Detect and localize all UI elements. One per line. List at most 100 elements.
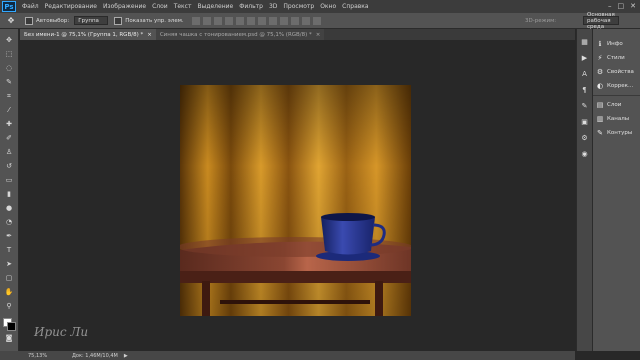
menu-help[interactable]: Справка <box>342 3 368 10</box>
distribute-right-icon[interactable] <box>312 16 321 25</box>
quick-mask-icon[interactable]: ◙ <box>4 333 14 343</box>
clone-stamp-tool-icon[interactable]: ♙ <box>4 147 14 157</box>
panel-adjustments-label: Коррек... <box>607 83 634 89</box>
move-tool-icon[interactable]: ✥ <box>4 35 14 45</box>
styles-icon: ⚡ <box>597 54 603 62</box>
tool-presets-icon[interactable]: ⚙ <box>580 133 589 142</box>
distribute-vcenter-icon[interactable] <box>268 16 277 25</box>
align-vcenter-icon[interactable] <box>202 16 211 25</box>
healing-brush-tool-icon[interactable]: ✚ <box>4 119 14 129</box>
hand-tool-icon[interactable]: ✋ <box>4 287 14 297</box>
right-panels: ℹ Инфо ⚡ Стили ⚙ Свойства ◐ Коррек... ▤ … <box>592 29 640 351</box>
lasso-tool-icon[interactable]: ◌ <box>4 63 14 73</box>
type-tool-icon[interactable]: T <box>4 245 14 255</box>
menu-3d[interactable]: 3D <box>269 3 277 10</box>
workspace-dropdown[interactable]: Основная рабочая среда <box>583 12 619 30</box>
tab-document-2[interactable]: Синяя чашка с тонированием.psd @ 75,1% (… <box>155 29 325 40</box>
quick-select-tool-icon[interactable]: ✎ <box>4 77 14 87</box>
close-icon[interactable]: × <box>147 32 152 38</box>
status-bar: 75,13% Док: 1,46M/10,4M ▶ <box>20 351 575 360</box>
menu-view[interactable]: Просмотр <box>283 3 314 10</box>
history-panel-icon[interactable]: ▦ <box>580 37 589 46</box>
paragraph-panel-icon[interactable]: ¶ <box>580 85 589 94</box>
panel-channels-label: Каналы <box>607 116 630 122</box>
menu-select[interactable]: Выделение <box>197 3 233 10</box>
adjustments-icon: ◐ <box>596 82 604 90</box>
marquee-tool-icon[interactable]: ⬚ <box>4 49 14 59</box>
autoselect-label: Автовыбор: <box>36 17 70 24</box>
panel-paths-label: Контуры <box>607 130 633 136</box>
zoom-tool-icon[interactable]: ⚲ <box>4 301 14 311</box>
document-canvas[interactable] <box>180 85 411 316</box>
distribute-bottom-icon[interactable] <box>279 16 288 25</box>
gradient-tool-icon[interactable]: ▮ <box>4 189 14 199</box>
maximize-button[interactable]: □ <box>618 2 625 10</box>
eraser-tool-icon[interactable]: ▭ <box>4 175 14 185</box>
menu-filter[interactable]: Фильтр <box>239 3 263 10</box>
menu-file[interactable]: Файл <box>22 3 39 10</box>
document-size: Док: 1,46M/10,4M <box>72 352 118 359</box>
align-hcenter-icon[interactable] <box>235 16 244 25</box>
close-window-button[interactable]: ✕ <box>630 2 636 10</box>
minimize-button[interactable]: – <box>608 2 612 10</box>
crop-tool-icon[interactable]: ⌗ <box>4 91 14 101</box>
menu-layers[interactable]: Слои <box>152 3 168 10</box>
history-brush-tool-icon[interactable]: ↺ <box>4 161 14 171</box>
move-tool-preset-icon[interactable]: ✥ <box>3 15 19 27</box>
brush-presets-icon[interactable]: ✎ <box>580 101 589 110</box>
tab-document-1-label: Без имени-1 @ 75,1% (Группа 1, RGB/8) * <box>24 31 144 38</box>
options-bar: ✥ Автовыбор: Группа Показать упр. элем. … <box>0 12 640 30</box>
panel-info[interactable]: ℹ Инфо <box>593 37 640 51</box>
show-transform-label: Показать упр. элем. <box>125 17 184 24</box>
path-selection-tool-icon[interactable]: ➤ <box>4 259 14 269</box>
brush-tool-icon[interactable]: ✐ <box>4 133 14 143</box>
canvas-area[interactable] <box>20 40 575 351</box>
dodge-tool-icon[interactable]: ◔ <box>4 217 14 227</box>
panel-paths[interactable]: ✎ Контуры <box>593 126 640 140</box>
collapsed-panel-dock: ▦ ▶ A ¶ ✎ ▣ ⚙ ◉ <box>576 29 592 351</box>
align-top-icon[interactable] <box>191 16 200 25</box>
info-icon: ℹ <box>598 40 602 48</box>
paths-icon: ✎ <box>597 129 603 137</box>
panel-divider <box>593 95 640 96</box>
actions-panel-icon[interactable]: ▶ <box>580 53 589 62</box>
zoom-level[interactable]: 75,13% <box>28 353 58 359</box>
menu-type[interactable]: Текст <box>174 3 192 10</box>
distribute-hcenter-icon[interactable] <box>301 16 310 25</box>
panel-group-2: ▤ Слои ▥ Каналы ✎ Контуры <box>593 93 640 140</box>
3d-mode-label: 3D-режим: <box>525 17 557 24</box>
align-right-icon[interactable] <box>246 16 255 25</box>
tab-document-1[interactable]: Без имени-1 @ 75,1% (Группа 1, RGB/8) * … <box>20 29 156 40</box>
properties-icon: ⚙ <box>596 68 604 76</box>
eyedropper-tool-icon[interactable]: ⁄ <box>4 105 14 115</box>
clone-source-icon[interactable]: ▣ <box>580 117 589 126</box>
toolbar-footer <box>0 351 20 360</box>
panel-adjustments[interactable]: ◐ Коррек... <box>593 79 640 93</box>
align-left-icon[interactable] <box>224 16 233 25</box>
notes-panel-icon[interactable]: ◉ <box>580 149 589 158</box>
menu-bar: Ps Файл Редактирование Изображение Слои … <box>0 0 640 13</box>
layers-icon: ▤ <box>596 101 604 109</box>
autoselect-checkbox[interactable] <box>25 16 33 25</box>
panel-properties[interactable]: ⚙ Свойства <box>593 65 640 79</box>
menu-image[interactable]: Изображение <box>103 3 146 10</box>
background-color-swatch[interactable] <box>7 322 16 331</box>
distribute-top-icon[interactable] <box>257 16 266 25</box>
character-panel-icon[interactable]: A <box>580 69 589 78</box>
shape-tool-icon[interactable]: ▢ <box>4 273 14 283</box>
autoselect-dropdown[interactable]: Группа <box>74 16 109 25</box>
photoshop-logo: Ps <box>2 1 16 12</box>
pen-tool-icon[interactable]: ✒ <box>4 231 14 241</box>
panel-channels[interactable]: ▥ Каналы <box>593 112 640 126</box>
distribute-left-icon[interactable] <box>290 16 299 25</box>
panel-styles[interactable]: ⚡ Стили <box>593 51 640 65</box>
menu-edit[interactable]: Редактирование <box>45 3 97 10</box>
menu-window[interactable]: Окно <box>320 3 336 10</box>
close-icon[interactable]: × <box>316 32 321 38</box>
show-transform-checkbox[interactable] <box>114 16 123 25</box>
status-menu-arrow-icon[interactable]: ▶ <box>124 353 128 359</box>
panel-layers[interactable]: ▤ Слои <box>593 98 640 112</box>
blur-tool-icon[interactable]: ● <box>4 203 14 213</box>
tools-panel: ✥ ⬚ ◌ ✎ ⌗ ⁄ ✚ ✐ ♙ ↺ ▭ ▮ ● ◔ ✒ T ➤ ▢ ✋ ⚲ … <box>0 29 19 351</box>
align-bottom-icon[interactable] <box>213 16 222 25</box>
